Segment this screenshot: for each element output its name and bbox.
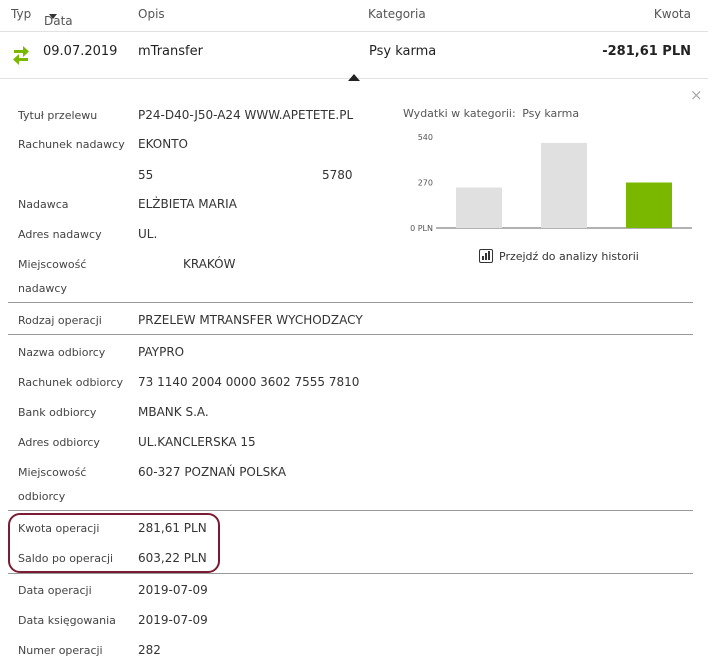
y-tick-label: 270: [418, 179, 433, 188]
transaction-category[interactable]: Psy karma: [369, 44, 436, 59]
table-header: Typ Data Opis Kategoria Kwota: [0, 0, 708, 32]
label-rachunek-odbiorcy: Rachunek odbiorcy: [18, 376, 124, 389]
label-bank-odbiorcy: Bank odbiorcy: [18, 406, 97, 419]
category-spending-chart: 0 PLN 270 540: [410, 133, 692, 233]
value-adres-odbiorcy: UL.KANCLERSKA 15: [138, 435, 256, 449]
label-tytul: Tytuł przelewu: [18, 109, 98, 122]
chart-bar: [456, 187, 502, 228]
divider: [8, 334, 693, 335]
chart-title: Wydatki w kategorii: Psy karma: [403, 107, 579, 120]
value-miejscowosc-nadawcy: KRAKÓW: [183, 257, 236, 271]
close-icon[interactable]: ×: [690, 86, 703, 104]
highlight-annotation: [8, 513, 220, 573]
transaction-amount: -281,61 PLN: [602, 44, 691, 59]
chart-bar: [541, 142, 587, 228]
value-tytul: P24-D40-J50-A24 WWW.APETETE.PL: [138, 108, 354, 122]
label-miejscowosc-odbiorcy-2: odbiorcy: [18, 490, 66, 503]
value-rachunek-nadawcy: EKONTO: [138, 137, 188, 151]
history-analysis-label: Przejdź do analizy historii: [499, 250, 639, 263]
value-nadawca: ELŻBIETA MARIA: [138, 197, 237, 211]
label-miejscowosc-nadawcy-2: nadawcy: [18, 282, 67, 295]
value-rachunek-nadawcy-num1: 55: [138, 168, 154, 182]
y-tick-label: 540: [418, 133, 433, 142]
transaction-row[interactable]: 09.07.2019 mTransfer Psy karma -281,61 P…: [0, 32, 708, 79]
divider: [8, 302, 693, 303]
label-rodzaj-operacji: Rodzaj operacji: [18, 314, 102, 327]
details-pointer-icon: [348, 74, 360, 81]
header-typ: Typ: [11, 7, 32, 21]
label-data-ksiegowania: Data księgowania: [18, 614, 116, 627]
value-rachunek-odbiorcy: 73 1140 2004 0000 3602 7555 7810: [138, 375, 360, 389]
value-rachunek-nadawcy-num2: 5780: [322, 168, 353, 182]
divider: [8, 573, 693, 574]
label-adres-nadawcy: Adres nadawcy: [18, 228, 102, 241]
divider: [8, 510, 693, 511]
label-miejscowosc-nadawcy-1: Miejscowość: [18, 258, 87, 271]
value-data-operacji: 2019-07-09: [138, 583, 208, 597]
chart-title-label: Wydatki w kategorii:: [403, 107, 516, 120]
history-analysis-link[interactable]: Przejdź do analizy historii: [479, 249, 639, 263]
label-rachunek-nadawcy: Rachunek nadawcy: [18, 138, 125, 151]
header-kwota: Kwota: [653, 7, 691, 21]
chart-bar: [626, 182, 672, 228]
value-bank-odbiorcy: MBANK S.A.: [138, 405, 209, 419]
chart-title-category: Psy karma: [522, 107, 580, 120]
bar-chart-icon: [479, 249, 493, 263]
label-data-operacji: Data operacji: [18, 584, 92, 597]
label-adres-odbiorcy: Adres odbiorcy: [18, 436, 100, 449]
label-miejscowosc-odbiorcy-1: Miejscowość: [18, 466, 87, 479]
header-opis: Opis: [138, 7, 165, 21]
transfer-arrows-icon: [13, 46, 29, 65]
value-nazwa-odbiorcy: PAYPRO: [138, 345, 185, 359]
transaction-description: mTransfer: [138, 44, 203, 59]
value-miejscowosc-odbiorcy: 60-327 POZNAŃ POLSKA: [138, 465, 287, 479]
transaction-date: 09.07.2019: [43, 44, 118, 59]
sort-desc-icon: [49, 14, 57, 19]
label-numer-operacji: Numer operacji: [18, 644, 103, 657]
y-tick-label: 0 PLN: [410, 224, 433, 233]
value-data-ksiegowania: 2019-07-09: [138, 613, 208, 627]
value-adres-nadawcy: UL.: [138, 227, 158, 241]
header-kategoria: Kategoria: [368, 7, 426, 21]
value-numer-operacji: 282: [138, 643, 161, 657]
value-rodzaj-operacji: PRZELEW MTRANSFER WYCHODZACY: [138, 313, 363, 327]
label-nazwa-odbiorcy: Nazwa odbiorcy: [18, 346, 106, 359]
label-nadawca: Nadawca: [18, 198, 69, 211]
